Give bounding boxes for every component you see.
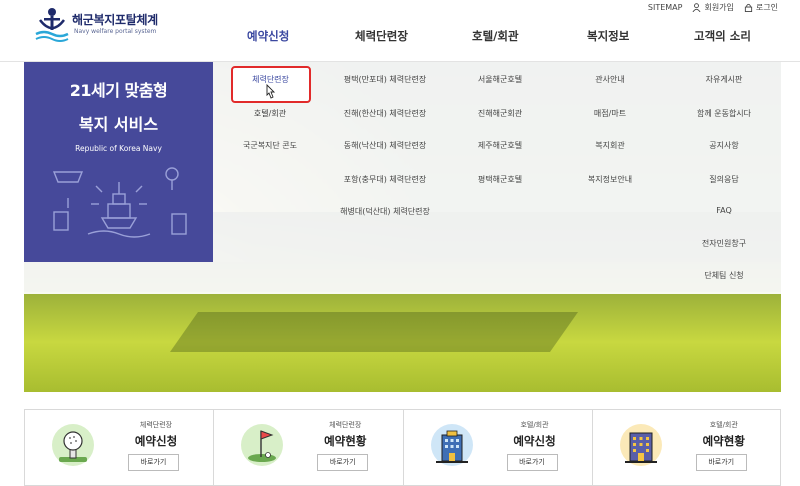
menu-group-apply[interactable]: 단체팀 신청 (674, 270, 774, 281)
ship-illustration-icon (52, 167, 187, 238)
menu-welfare-hall[interactable]: 복지회관 (565, 140, 655, 151)
menu-jinhae-hall[interactable]: 진해해군회관 (455, 108, 545, 119)
logo-subtitle: Navy welfare portal system (74, 28, 157, 35)
golf-ball-icon (52, 424, 94, 466)
quick-card-category: 체력단련장 (329, 421, 362, 429)
sitemap-link[interactable]: SITEMAP (648, 3, 683, 12)
menu-e-petition[interactable]: 전자민원창구 (674, 238, 774, 249)
promo-title-line2: 복지 서비스 (78, 115, 159, 134)
menu-jinhae-fitness[interactable]: 진해(한산대) 체력단련장 (320, 108, 450, 119)
menu-marine-fitness[interactable]: 해병대(덕산대) 체력단련장 (318, 206, 452, 217)
menu-faq[interactable]: FAQ (674, 206, 774, 215)
nav-welfare-info[interactable]: 복지정보 (587, 28, 629, 44)
menu-pohang-fitness[interactable]: 포항(충무대) 체력단련장 (320, 174, 450, 185)
site-header: 해군복지포탈체계 Navy welfare portal system SITE… (0, 0, 800, 62)
mouse-pointer-icon (266, 84, 276, 99)
menu-pyeongtaek-hotel[interactable]: 평택해군호텔 (455, 174, 545, 185)
menu-notice[interactable]: 공지사항 (674, 140, 774, 151)
menu-seoul-hotel[interactable]: 서울해군호텔 (455, 74, 545, 85)
hotel-building-icon (430, 424, 473, 466)
quick-card-category: 호텔/회관 (709, 421, 738, 429)
go-button[interactable]: 바로가기 (317, 454, 369, 471)
join-link[interactable]: 회원가입 (692, 2, 734, 13)
nav-customer-voice[interactable]: 고객의 소리 (694, 28, 751, 44)
go-button[interactable]: 바로가기 (695, 454, 747, 471)
main-nav: 예약신청 체력단련장 호텔/회관 복지정보 고객의 소리 (216, 28, 800, 48)
hero-shadow (169, 312, 579, 352)
promo-subtitle: Republic of Korea Navy (75, 144, 162, 153)
menu-condo[interactable]: 국군복지단 콘도 (230, 140, 310, 151)
quick-card-title: 예약신청 (513, 434, 556, 448)
go-button[interactable]: 바로가기 (128, 454, 179, 471)
quick-card-fitness-status: 체력단련장 예약현황 바로가기 (213, 409, 403, 486)
menu-donghae-fitness[interactable]: 동해(낙산대) 체력단련장 (320, 140, 450, 151)
quick-card-hotel-reservation: 호텔/회관 예약신청 바로가기 (402, 409, 592, 486)
menu-pyeongtaek-fitness[interactable]: 평택(만포대) 체력단련장 (320, 74, 450, 85)
quick-links-bar: 체력단련장 예약신청 바로가기 체력단련장 예약현황 바로가기 호텔/회관 예약… (24, 409, 781, 486)
quick-card-title: 예약현황 (702, 434, 745, 448)
promo-title-line1: 21세기 맞춤형 (69, 81, 168, 100)
quick-card-title: 예약신청 (134, 434, 178, 448)
hotel-building-icon (619, 424, 662, 466)
lock-icon (744, 3, 753, 12)
golf-flag-icon (241, 424, 284, 466)
menu-hotel[interactable]: 호텔/회관 (230, 108, 310, 119)
menu-housing-info[interactable]: 관사안내 (565, 74, 655, 85)
login-link[interactable]: 로그인 (744, 2, 778, 13)
quick-card-hotel-status: 호텔/회관 예약현황 바로가기 (591, 409, 781, 486)
nav-fitness-center[interactable]: 체력단련장 (355, 28, 408, 44)
menu-qna[interactable]: 질의응답 (674, 174, 774, 185)
menu-free-board[interactable]: 자유게시판 (674, 74, 774, 85)
site-logo[interactable]: 해군복지포탈체계 Navy welfare portal system (34, 6, 184, 46)
user-icon (692, 2, 701, 12)
nav-hotel[interactable]: 호텔/회관 (472, 28, 519, 44)
utility-nav: SITEMAP 회원가입 로그인 (648, 0, 778, 14)
menu-store-mart[interactable]: 매점/마트 (565, 108, 655, 119)
menu-jeju-hotel[interactable]: 제주해군호텔 (455, 140, 545, 151)
menu-exercise-together[interactable]: 함께 운동합시다 (674, 108, 774, 119)
quick-card-category: 체력단련장 (139, 421, 173, 429)
quick-card-category: 호텔/회관 (520, 421, 549, 429)
quick-card-fitness-reservation: 체력단련장 예약신청 바로가기 (24, 409, 214, 486)
login-label: 로그인 (755, 2, 778, 12)
join-label: 회원가입 (704, 2, 734, 12)
menu-welfare-info-guide[interactable]: 복지정보안내 (565, 174, 655, 185)
nav-reservation[interactable]: 예약신청 (247, 28, 289, 44)
logo-title: 해군복지포탈체계 (72, 13, 158, 27)
promo-banner: 21세기 맞춤형 복지 서비스 Republic of Korea Navy (24, 62, 213, 262)
go-button[interactable]: 바로가기 (506, 454, 558, 471)
navy-emblem-icon (35, 8, 69, 42)
quick-card-title: 예약현황 (324, 434, 367, 448)
